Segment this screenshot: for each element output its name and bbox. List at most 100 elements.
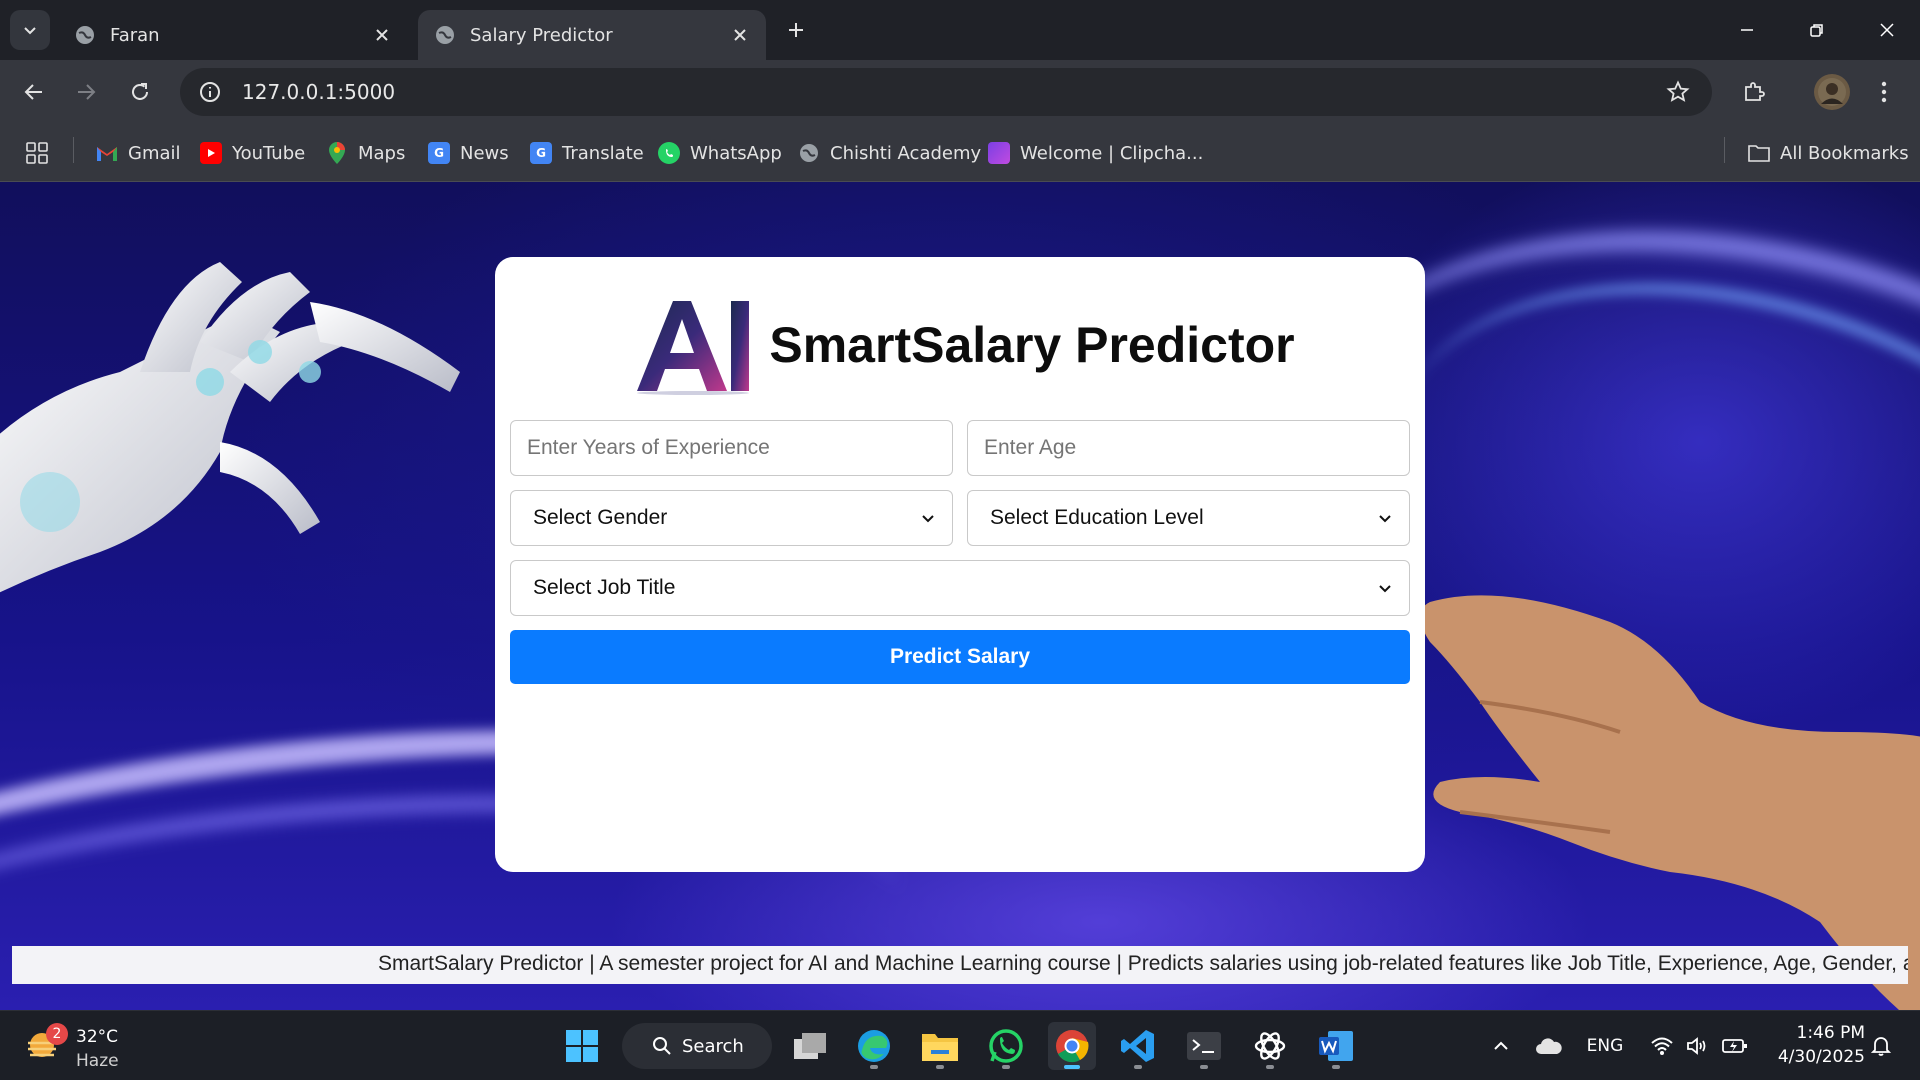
gender-select-value: Select Gender (533, 506, 668, 529)
reload-button[interactable] (122, 74, 158, 110)
tab-search-button[interactable] (10, 10, 50, 50)
bookmark-clipchamp[interactable]: Welcome | Clipcha... (988, 138, 1203, 168)
edge-icon (858, 1030, 890, 1062)
bookmark-whatsapp[interactable]: WhatsApp (658, 138, 782, 168)
clock-time: 1:46 PM (1796, 1023, 1866, 1043)
avatar-icon (1818, 78, 1846, 106)
taskbar-terminal[interactable] (1180, 1022, 1228, 1070)
restore-button[interactable] (1792, 10, 1842, 50)
bookmark-gmail[interactable]: Gmail (96, 138, 181, 168)
bookmark-maps[interactable]: Maps (326, 138, 405, 168)
word-icon (1319, 1031, 1353, 1061)
windows-taskbar: 2 32°C Haze Search ENG 1:46 PM 4/30/2025 (0, 1010, 1920, 1080)
search-label: Search (682, 1035, 744, 1057)
job-title-select[interactable]: Select Job Title (510, 560, 1410, 616)
taskbar-chrome[interactable] (1048, 1022, 1096, 1070)
plus-icon (789, 23, 803, 37)
bookmark-news[interactable]: G News (428, 138, 509, 168)
marquee-banner: SmartSalary Predictor | A semester proje… (12, 946, 1908, 984)
youtube-icon (200, 142, 222, 164)
age-placeholder: Enter Age (984, 436, 1077, 459)
address-bar[interactable]: 127.0.0.1:5000 (180, 68, 1712, 116)
tab-strip: Faran Salary Predictor (0, 0, 1920, 60)
page-viewport: SmartSalary Predictor Enter Years of Exp… (0, 182, 1920, 1010)
globe-icon (436, 26, 454, 44)
taskbar-chatgpt[interactable] (1246, 1022, 1294, 1070)
new-tab-button[interactable] (780, 14, 812, 46)
taskbar-file-explorer[interactable] (916, 1022, 964, 1070)
bookmark-translate[interactable]: G Translate (530, 138, 644, 168)
close-icon[interactable] (728, 23, 752, 47)
card-header: SmartSalary Predictor (495, 295, 1425, 395)
speaker-icon (1687, 1037, 1706, 1055)
show-hidden-icons-button[interactable] (1488, 1031, 1514, 1061)
start-button[interactable] (558, 1022, 606, 1070)
whatsapp-icon (989, 1029, 1023, 1063)
volume-tray-icon[interactable] (1682, 1031, 1714, 1061)
running-indicator (1266, 1065, 1274, 1069)
system-clock[interactable]: 1:46 PM 4/30/2025 (1765, 1021, 1865, 1069)
predict-salary-button[interactable]: Predict Salary (510, 630, 1410, 684)
chevron-down-icon (922, 515, 934, 523)
tab-salary-predictor[interactable]: Salary Predictor (418, 10, 766, 60)
battery-tray-icon[interactable] (1718, 1031, 1752, 1061)
search-icon (653, 1037, 671, 1055)
bell-icon (1871, 1037, 1891, 1056)
url-text[interactable]: 127.0.0.1:5000 (242, 80, 1656, 104)
taskbar-edge[interactable] (850, 1022, 898, 1070)
tab-faran[interactable]: Faran (58, 10, 408, 60)
extensions-button[interactable] (1736, 74, 1772, 110)
chevron-down-icon (1379, 585, 1391, 593)
forward-button[interactable] (68, 74, 104, 110)
terminal-icon (1187, 1032, 1221, 1060)
wifi-tray-icon[interactable] (1646, 1031, 1678, 1061)
site-info-icon[interactable] (186, 68, 234, 116)
clipchamp-icon (988, 142, 1010, 164)
apps-button[interactable] (26, 138, 48, 168)
taskbar-vscode[interactable] (1114, 1022, 1162, 1070)
taskbar-word[interactable] (1312, 1022, 1360, 1070)
notifications-button[interactable] (1866, 1031, 1896, 1061)
education-select[interactable]: Select Education Level (967, 490, 1410, 546)
gmail-icon (96, 142, 118, 164)
bookmark-label: All Bookmarks (1780, 142, 1909, 164)
ai-logo-icon (637, 301, 750, 395)
predictor-card: SmartSalary Predictor Enter Years of Exp… (495, 257, 1425, 872)
folder-icon (922, 1034, 958, 1061)
puzzle-icon (1745, 82, 1765, 101)
globe-icon (76, 26, 94, 44)
chevron-down-icon (24, 27, 36, 35)
bookmark-label: Maps (358, 142, 406, 164)
tab-title: Faran (110, 24, 160, 46)
all-bookmarks-button[interactable]: All Bookmarks (1748, 138, 1909, 168)
bookmark-chishti-academy[interactable]: Chishti Academy (798, 138, 981, 168)
input-language[interactable]: ENG (1582, 1031, 1628, 1061)
task-view-button[interactable] (786, 1022, 834, 1070)
weather-widget[interactable]: 2 32°C Haze (26, 1021, 136, 1071)
close-icon[interactable] (370, 23, 394, 47)
close-window-button[interactable] (1862, 10, 1912, 50)
running-indicator (1002, 1065, 1010, 1069)
menu-button[interactable] (1866, 74, 1902, 110)
running-indicator (1064, 1065, 1080, 1069)
close-icon (1880, 23, 1894, 37)
bookmark-star-icon[interactable] (1656, 70, 1700, 114)
back-button[interactable] (16, 74, 52, 110)
minimize-button[interactable] (1722, 10, 1772, 50)
arrow-left-icon (24, 84, 42, 100)
maps-icon (326, 142, 348, 164)
running-indicator (936, 1065, 944, 1069)
taskbar-whatsapp[interactable] (982, 1022, 1030, 1070)
reload-icon (132, 83, 148, 100)
onedrive-tray-icon[interactable] (1532, 1031, 1566, 1061)
job-title-select-value: Select Job Title (533, 576, 676, 599)
bookmark-youtube[interactable]: YouTube (200, 138, 305, 168)
chevron-down-icon (1379, 515, 1391, 523)
taskbar-search[interactable]: Search (622, 1023, 772, 1069)
gender-select[interactable]: Select Gender (510, 490, 953, 546)
profile-avatar[interactable] (1814, 74, 1850, 110)
age-input[interactable]: Enter Age (967, 420, 1410, 476)
clock-date: 4/30/2025 (1777, 1047, 1865, 1067)
bookmark-label: News (460, 142, 509, 164)
experience-input[interactable]: Enter Years of Experience (510, 420, 953, 476)
